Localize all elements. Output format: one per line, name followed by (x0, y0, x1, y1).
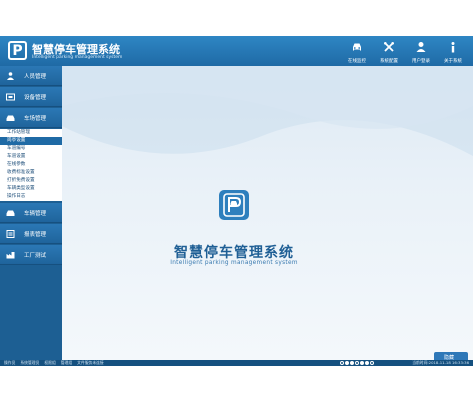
submenu-item-workstation[interactable]: 工作站管理 (0, 129, 62, 137)
sidebar-item-parking-lot[interactable]: 车场管理 (0, 108, 62, 128)
status-operator: 操作员 (4, 360, 16, 365)
indicator-icon (370, 361, 374, 365)
about-button[interactable]: 关于系统 (437, 38, 469, 66)
sidebar-item-label: 车辆管理 (24, 211, 47, 217)
parking-logo-icon (219, 190, 249, 220)
main-content: 智慧停车管理系统 Intelligent parking management … (62, 66, 473, 360)
report-icon (6, 230, 15, 238)
car-icon (353, 43, 361, 51)
user-login-label: 用户登录 (412, 59, 430, 64)
system-config-button[interactable]: 系统配置 (373, 38, 405, 66)
indicator-icon (350, 361, 354, 365)
submenu-item-fee-standard[interactable]: 收费标准设置 (0, 169, 62, 177)
sidebar-item-personnel[interactable]: 人员管理 (0, 66, 62, 86)
status-permission: 权限组 (44, 360, 56, 365)
sidebar-item-label: 设备管理 (24, 95, 47, 101)
person-icon (7, 72, 14, 80)
sidebar-item-vehicles[interactable]: 车辆管理 (0, 203, 62, 223)
sidebar-item-label: 车场管理 (24, 116, 47, 122)
app-window: P 智慧停车管理系统 Intelligent parking managemen… (0, 36, 473, 366)
online-monitor-button[interactable]: 在线监控 (341, 38, 373, 66)
main-subtitle: Intelligent parking management system (170, 260, 298, 266)
hide-button[interactable]: 隐藏 (434, 352, 468, 360)
submenu-item-vehicle-type[interactable]: 车辆类型设置 (0, 185, 62, 193)
indicator-icon (340, 361, 344, 365)
main-title: 智慧停车管理系统 (174, 245, 294, 261)
online-monitor-label: 在线监控 (348, 59, 366, 64)
submenu-item-lane-number[interactable]: 车道编号 (0, 145, 62, 153)
indicator-icon (360, 361, 364, 365)
sidebar-item-factory-test[interactable]: 工厂测试 (0, 245, 62, 265)
connection-indicators (340, 361, 375, 365)
sidebar-item-reports[interactable]: 报表管理 (0, 224, 62, 244)
indicator-icon (345, 361, 349, 365)
car-icon (6, 210, 15, 216)
indicator-icon (355, 361, 359, 365)
status-bar: 操作员 系统管理员 权限组 管理组 文件服务未连接 当前时间:2018-11-1… (0, 360, 473, 366)
user-login-button[interactable]: 用户登录 (405, 38, 437, 66)
submenu-item-booth[interactable]: 岗亭设置 (0, 137, 62, 145)
sidebar-item-devices[interactable]: 设备管理 (0, 87, 62, 107)
toolbar: 在线监控 系统配置 用户登录 关于系统 (341, 38, 469, 66)
submenu-item-discount[interactable]: 打折免费设置 (0, 177, 62, 185)
status-time: 当前时间:2018-11-18 16:33:36 (412, 360, 469, 365)
sidebar-item-label: 工厂测试 (24, 253, 47, 259)
device-icon (6, 93, 15, 101)
indicator-icon (365, 361, 369, 365)
status-group: 管理组 (60, 360, 73, 365)
tools-icon (384, 42, 394, 52)
info-icon (451, 42, 455, 53)
sidebar-item-label: 人员管理 (24, 74, 47, 80)
submenu-item-lane-settings[interactable]: 车道设置 (0, 153, 62, 161)
sidebar: 人员管理 设备管理 车场管理 工作站管理 岗亭设置 车道编号 车道设置 在线参数… (0, 66, 62, 360)
user-icon (416, 42, 426, 52)
parking-submenu: 工作站管理 岗亭设置 车道编号 车道设置 在线参数 收费标准设置 打折免费设置 … (0, 129, 62, 201)
submenu-item-online-params[interactable]: 在线参数 (0, 161, 62, 169)
app-logo-icon: P (8, 41, 27, 60)
header-bar: P 智慧停车管理系统 Intelligent parking managemen… (0, 36, 473, 66)
car-icon (6, 115, 15, 121)
submenu-item-operation-log[interactable]: 操作日志 (0, 193, 62, 201)
status-items: 操作员 系统管理员 权限组 管理组 文件服务未连接 (4, 360, 109, 366)
status-admin: 系统管理员 (20, 360, 40, 365)
background-wave (62, 66, 473, 156)
status-file-service: 文件服务未连接 (77, 360, 104, 365)
sidebar-item-label: 报表管理 (24, 232, 47, 238)
system-config-label: 系统配置 (380, 59, 398, 64)
app-subtitle: Intelligent parking management system (32, 55, 123, 60)
factory-icon (6, 252, 15, 259)
about-label: 关于系统 (444, 59, 462, 64)
